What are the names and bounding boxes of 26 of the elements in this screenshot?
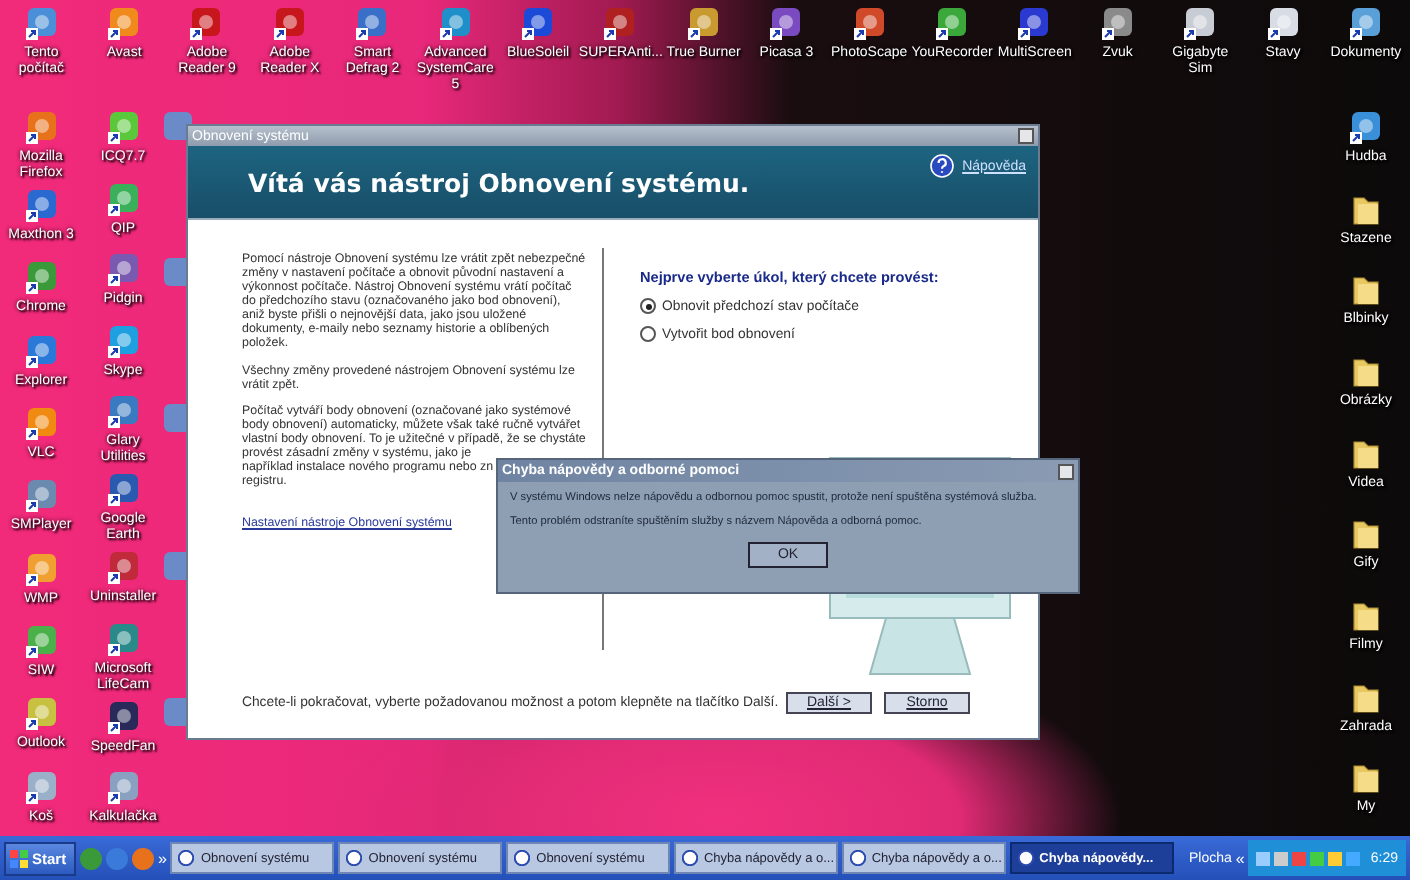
folder-icon — [1348, 435, 1384, 472]
more-button[interactable]: » — [158, 849, 167, 867]
radio-icon[interactable] — [640, 298, 656, 314]
browser-icon[interactable] — [132, 847, 154, 869]
help-icon[interactable] — [930, 154, 955, 178]
close-icon[interactable] — [1058, 463, 1074, 479]
folder-icon — [1348, 516, 1384, 553]
folder-icon — [1348, 679, 1384, 716]
window-icon — [1017, 850, 1034, 866]
folder-icon — [1348, 272, 1384, 309]
more-button[interactable]: « — [1235, 849, 1245, 867]
window-icon — [346, 850, 363, 866]
browser-icon[interactable] — [106, 847, 129, 869]
window-icon — [849, 850, 866, 866]
folder-icon — [1348, 760, 1384, 797]
radio-icon[interactable] — [640, 326, 656, 342]
folder-icon — [1348, 598, 1384, 635]
folder-icon — [1348, 354, 1384, 391]
close-icon[interactable] — [1018, 128, 1034, 144]
browser-icon[interactable] — [80, 847, 103, 869]
window-icon — [514, 850, 531, 866]
window-icon — [681, 850, 698, 866]
folder-icon — [1348, 191, 1384, 228]
flag-icon — [10, 849, 28, 867]
window-icon — [178, 850, 195, 866]
window-heading: Vítá vás nástroj Obnovení systému. — [248, 167, 750, 197]
